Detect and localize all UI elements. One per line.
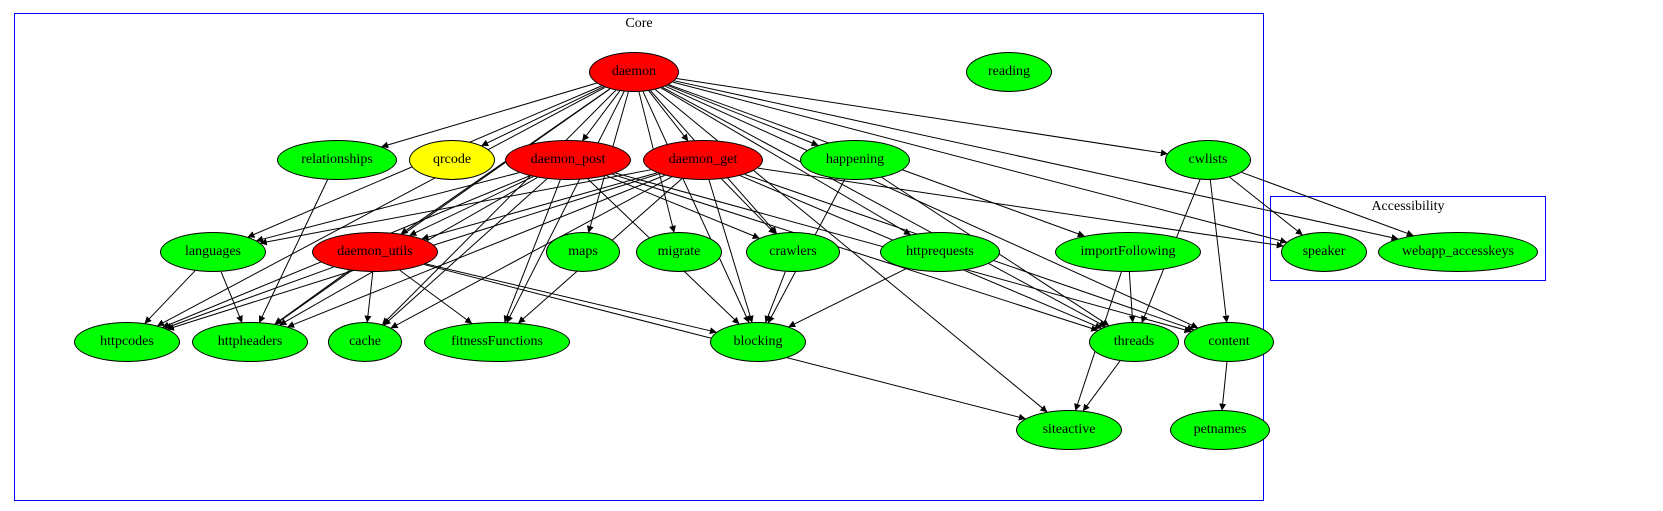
cluster-core-label: Core bbox=[625, 16, 652, 32]
node-webapp_accesskeys: webapp_accesskeys bbox=[1378, 232, 1538, 272]
node-blocking: blocking bbox=[710, 322, 806, 362]
node-crawlers: crawlers bbox=[746, 232, 840, 272]
node-threads: threads bbox=[1089, 322, 1179, 362]
node-speaker: speaker bbox=[1281, 232, 1367, 272]
node-importFollowing: importFollowing bbox=[1055, 232, 1201, 272]
node-siteactive: siteactive bbox=[1016, 410, 1122, 450]
node-daemon: daemon bbox=[589, 52, 679, 92]
node-httpcodes: httpcodes bbox=[74, 322, 180, 362]
node-content: content bbox=[1184, 322, 1274, 362]
node-cache: cache bbox=[328, 322, 402, 362]
node-daemon_post: daemon_post bbox=[505, 140, 631, 180]
node-languages: languages bbox=[160, 232, 266, 272]
node-daemon_utils: daemon_utils bbox=[312, 232, 438, 272]
node-petnames: petnames bbox=[1170, 410, 1270, 450]
node-migrate: migrate bbox=[636, 232, 722, 272]
node-reading: reading bbox=[966, 52, 1052, 92]
node-qrcode: qrcode bbox=[409, 140, 495, 180]
cluster-accessibility-label: Accessibility bbox=[1371, 199, 1444, 215]
node-happening: happening bbox=[800, 140, 910, 180]
node-cwlists: cwlists bbox=[1165, 140, 1251, 180]
node-daemon_get: daemon_get bbox=[643, 140, 763, 180]
node-maps: maps bbox=[546, 232, 620, 272]
node-fitnessFunctions: fitnessFunctions bbox=[424, 322, 570, 362]
node-httpheaders: httpheaders bbox=[192, 322, 308, 362]
node-relationships: relationships bbox=[277, 140, 397, 180]
node-httprequests: httprequests bbox=[880, 232, 1000, 272]
